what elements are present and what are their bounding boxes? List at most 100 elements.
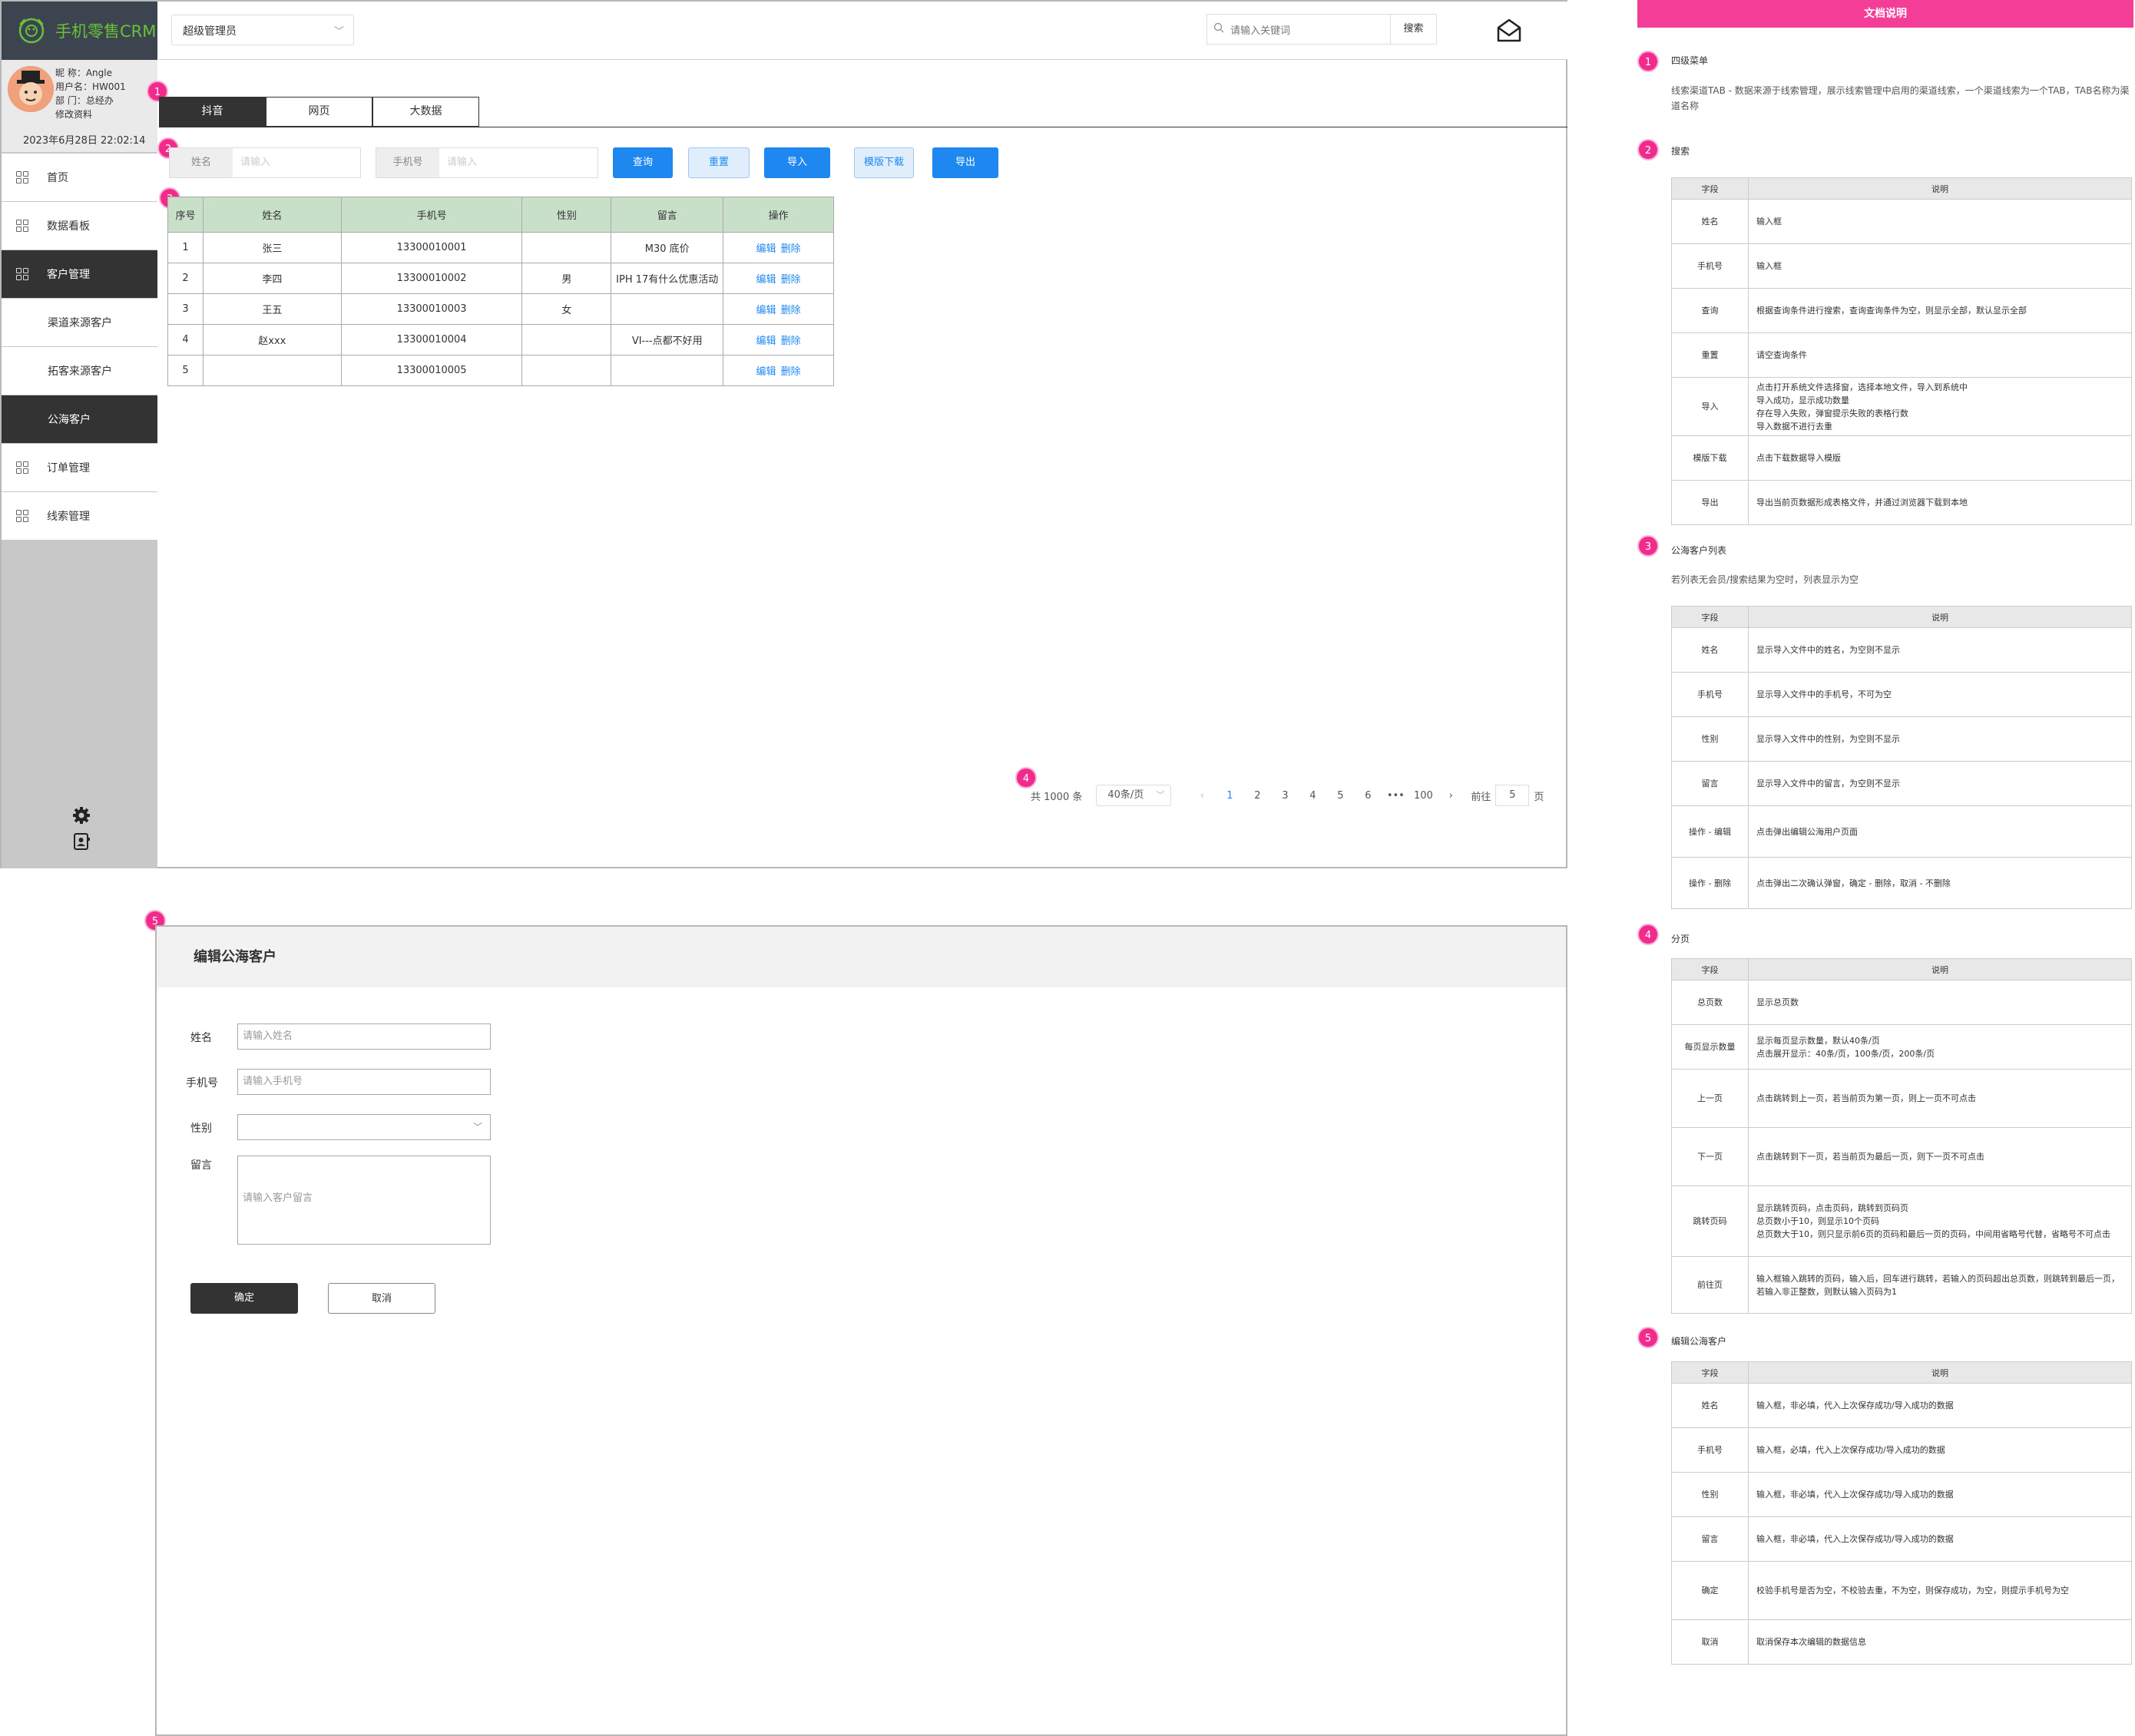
doc-search-table: 字段 说明 姓名 输入框 手机号 输入框 查询 根据查询条件进行搜索，查询查询条件为空，… (1671, 177, 2132, 525)
page-size-select[interactable]: 40条/页 ﹀ (1096, 785, 1172, 806)
doc-table-row: 操作 - 删除 点击弹出二次确认弹窗，确定 - 删除，取消 - 不删除 (1671, 857, 2132, 909)
role-select[interactable]: 超级管理员 ﹀ (171, 15, 354, 45)
sidebar-item-leads[interactable]: 线索管理 (2, 492, 157, 541)
search-button[interactable]: 搜索 (1391, 14, 1437, 45)
cell-actions: 编辑 删除 (723, 355, 834, 386)
doc-cell-desc: 显示导入文件中的性别，为空则不显示 (1748, 716, 2132, 762)
page-number[interactable]: 3 (1271, 790, 1299, 802)
doc-table-row: 留言 显示导入文件中的留言，为空则不显示 (1671, 761, 2132, 806)
edit-link[interactable]: 编辑 (756, 336, 776, 347)
sidebar-item-customers[interactable]: 客户管理 (2, 250, 157, 299)
edit-phone-input[interactable]: 请输入手机号 (237, 1069, 491, 1095)
page-number[interactable]: 6 (1354, 790, 1382, 802)
tab-bigdata[interactable]: 大数据 (372, 97, 479, 127)
doc-cell-desc: 点击弹出二次确认弹窗，确定 - 删除，取消 - 不删除 (1748, 857, 2132, 909)
cell-index: 2 (167, 263, 204, 294)
edit-message-textarea[interactable]: 请输入客户留言 (237, 1156, 491, 1245)
doc-cell-desc: 输入框 (1748, 243, 2132, 289)
doc-cell-field: 性别 (1671, 1472, 1749, 1517)
name-filter-input[interactable]: 请输入 (233, 148, 360, 177)
doc-title: 文档说明 (1637, 0, 2133, 28)
logo-icon (15, 15, 48, 47)
cell-gender (521, 355, 612, 386)
sidebar-item-label: 数据看板 (47, 220, 90, 233)
doc-section-title: 分页 (1671, 934, 1690, 944)
edit-profile-link[interactable]: 修改资料 (55, 107, 126, 121)
doc-section-title: 四级菜单 (1671, 55, 1709, 66)
table-header-row: 序号 姓名 手机号 性别 留言 操作 (167, 197, 834, 233)
cell-message: M30 底价 (611, 232, 724, 263)
user-dept: 部 门：总经办 (55, 95, 114, 106)
delete-link[interactable]: 删除 (781, 274, 801, 286)
sidebar-item-dashboard[interactable]: 数据看板 (2, 202, 157, 250)
edit-gender-select[interactable]: ﹀ (237, 1114, 491, 1140)
doc-table-row: 重置 请空查询条件 (1671, 332, 2132, 378)
cancel-button[interactable]: 取消 (328, 1283, 435, 1314)
sidebar-item-home[interactable]: 首页 (2, 154, 157, 202)
tab-web[interactable]: 网页 (266, 97, 372, 127)
app-window: 手机零售CRM 昵 称：Angle 用户名：HW001 部 门：总经办 修改资料… (0, 0, 1567, 868)
confirm-button[interactable]: 确定 (190, 1283, 298, 1314)
goto-page-input[interactable]: 5 (1495, 785, 1530, 806)
delete-link[interactable]: 删除 (781, 243, 801, 255)
doc-col-field: 字段 (1671, 1361, 1749, 1384)
doc-col-field: 字段 (1671, 177, 1749, 200)
doc-cell-field: 姓名 (1671, 199, 1749, 244)
doc-table-header: 字段 说明 (1671, 606, 2132, 628)
page-number[interactable]: 2 (1243, 790, 1271, 802)
edit-link[interactable]: 编辑 (756, 243, 776, 255)
prev-page-button[interactable]: ‹ (1188, 790, 1216, 802)
doc-badge-4: 4 (1637, 924, 1659, 945)
sidebar-item-orders[interactable]: 订单管理 (2, 444, 157, 492)
doc-table-row: 下一页 点击跳转到下一页，若当前页为最后一页，则下一页不可点击 (1671, 1127, 2132, 1186)
doc-cell-desc: 输入框，非必填，代入上次保存成功/导入成功的数据 (1748, 1383, 2132, 1428)
contact-card-icon[interactable] (72, 832, 91, 851)
sidebar-item-channel-customers[interactable]: 渠道来源客户 (2, 299, 157, 347)
doc-cell-field: 导入 (1671, 377, 1749, 436)
doc-cell-desc: 点击打开系统文件选择窗，选择本地文件，导入到系统中 导入成功，显示成功数量 存在… (1748, 377, 2132, 436)
template-download-button[interactable]: 模版下载 (854, 147, 914, 178)
page-number[interactable]: 5 (1326, 790, 1354, 802)
edit-name-input[interactable]: 请输入姓名 (237, 1023, 491, 1050)
gear-icon[interactable] (72, 806, 91, 825)
doc-cell-desc: 点击下载数据导入模版 (1748, 435, 2132, 481)
cell-message (611, 293, 724, 325)
doc-table-row: 前往页 输入框输入跳转的页码，输入后，回车进行跳转，若输入的页码超出总页数，则跳转… (1671, 1256, 2132, 1314)
doc-cell-desc: 输入框，非必填，代入上次保存成功/导入成功的数据 (1748, 1516, 2132, 1562)
query-button[interactable]: 查询 (613, 147, 673, 178)
doc-table-row: 性别 输入框，非必填，代入上次保存成功/导入成功的数据 (1671, 1472, 2132, 1517)
sidebar-item-public-customers[interactable]: 公海客户 (2, 395, 157, 444)
doc-table-row: 总页数 显示总页数 (1671, 980, 2132, 1025)
mail-icon[interactable] (1495, 17, 1523, 45)
page-number[interactable]: 4 (1299, 790, 1326, 802)
grid-icon (16, 268, 28, 280)
cell-index: 3 (167, 293, 204, 325)
doc-cell-desc: 显示跳转页码，点击页码，跳转到页码页 总页数小于10，则显示10个页码 总页数大… (1748, 1185, 2132, 1257)
search-icon (1207, 22, 1230, 36)
user-nickname: 昵 称：Angle (55, 68, 112, 78)
next-page-button[interactable]: › (1437, 790, 1465, 802)
edit-link[interactable]: 编辑 (756, 366, 776, 378)
avatar[interactable] (8, 66, 54, 112)
export-button[interactable]: 导出 (932, 147, 998, 178)
doc-cell-field: 查询 (1671, 288, 1749, 333)
phone-filter-input[interactable]: 请输入 (439, 148, 597, 177)
doc-table-row: 姓名 显示导入文件中的姓名，为空则不显示 (1671, 627, 2132, 673)
table-row: 5 13300010005 编辑 删除 (167, 355, 834, 386)
import-button[interactable]: 导入 (764, 147, 830, 178)
delete-link[interactable]: 删除 (781, 336, 801, 347)
delete-link[interactable]: 删除 (781, 305, 801, 316)
edit-link[interactable]: 编辑 (756, 305, 776, 316)
delete-link[interactable]: 删除 (781, 366, 801, 378)
edit-link[interactable]: 编辑 (756, 274, 776, 286)
tab-douyin[interactable]: 抖音 (159, 97, 266, 127)
reset-button[interactable]: 重置 (688, 147, 750, 178)
doc-table-row: 模版下载 点击下载数据导入模版 (1671, 435, 2132, 481)
sidebar-menu: 首页 数据看板 客户管理 渠道来源客户 拓客来源客户 公海客户 订单管理 线索管… (2, 154, 157, 541)
doc-table-row: 确定 校验手机号是否为空，不校验去重，不为空，则保存成功，为空，则提示手机号为空 (1671, 1561, 2132, 1620)
page-number[interactable]: 1 (1216, 790, 1243, 802)
doc-col-desc: 说明 (1748, 958, 2132, 980)
search-input[interactable]: 请输入关键词 (1207, 14, 1391, 45)
page-number[interactable]: 100 (1409, 790, 1437, 802)
sidebar-item-expansion-customers[interactable]: 拓客来源客户 (2, 347, 157, 395)
